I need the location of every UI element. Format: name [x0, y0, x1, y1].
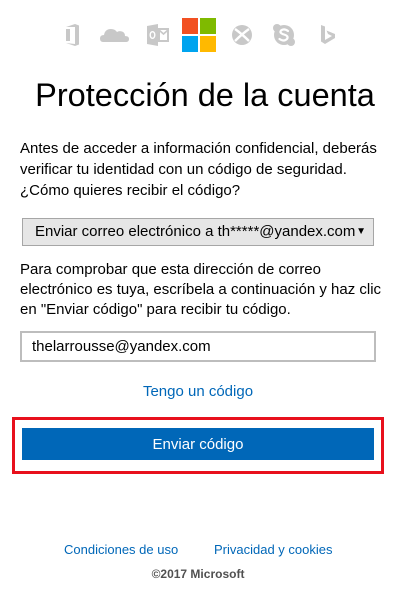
terms-of-use-link[interactable]: Condiciones de uso [64, 541, 178, 558]
onedrive-icon [100, 29, 129, 42]
page-title: Protección de la cuenta [35, 77, 375, 113]
selected-method-label: Enviar correo electrónico a th*****@yand… [35, 223, 356, 240]
verify-email-instructions: Para comprobar que esta dirección de cor… [20, 261, 382, 318]
chevron-down-icon: ▼ [356, 226, 366, 237]
account-protection-page: Protección de la cuenta Antes de acceder… [0, 0, 406, 595]
xbox-icon [232, 25, 252, 45]
bing-icon [321, 25, 335, 44]
verification-method-select[interactable]: Enviar correo electrónico a th*****@yand… [22, 218, 374, 246]
product-icon-strip [0, 18, 406, 52]
send-code-button[interactable]: Enviar código [22, 428, 374, 460]
have-code-link[interactable]: Tengo un código [0, 382, 396, 402]
privacy-cookies-link[interactable]: Privacidad y cookies [214, 541, 333, 558]
intro-text: Antes de acceder a información confidenc… [20, 140, 377, 199]
microsoft-logo-icon [182, 18, 216, 52]
email-field[interactable] [20, 331, 376, 362]
outlook-icon [147, 24, 169, 46]
copyright-text: ©2017 Microsoft [151, 567, 245, 581]
skype-icon [273, 24, 295, 46]
office-icon [66, 24, 79, 46]
